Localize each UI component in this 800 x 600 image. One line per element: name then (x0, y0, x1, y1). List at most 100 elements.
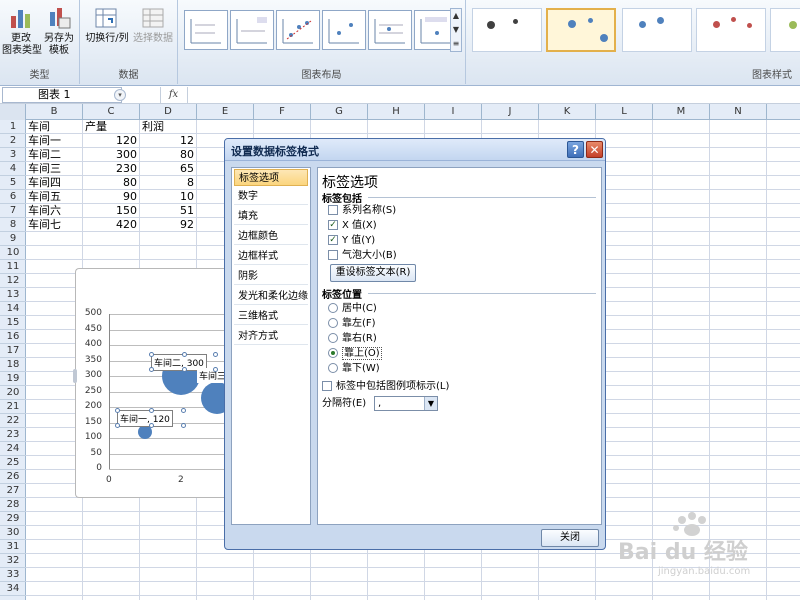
row-header[interactable]: 12 (0, 274, 26, 288)
nav-alignment[interactable]: 对齐方式 (234, 328, 308, 345)
radio-below[interactable]: 靠下(W) (328, 362, 380, 376)
table-cell[interactable]: 10 (140, 190, 194, 204)
row-header[interactable]: 20 (0, 386, 26, 400)
radio[interactable] (328, 363, 338, 373)
selection-handle[interactable] (182, 352, 187, 357)
table-cell[interactable]: 80 (140, 148, 194, 162)
table-cell[interactable]: 230 (83, 162, 137, 176)
reset-label-text-button[interactable]: 重设标签文本(R) (330, 264, 416, 282)
table-cell[interactable]: 车间六 (28, 204, 61, 218)
row-header[interactable]: 14 (0, 302, 26, 316)
checkbox[interactable] (328, 250, 338, 260)
checkbox[interactable] (322, 381, 332, 391)
row-header[interactable]: 9 (0, 232, 26, 246)
selection-handle[interactable] (213, 352, 218, 357)
selection-handle[interactable] (115, 422, 120, 428)
radio-left[interactable]: 靠左(F) (328, 317, 376, 331)
row-header[interactable]: 34 (0, 582, 26, 596)
column-header[interactable]: D (140, 104, 197, 120)
nav-shadow[interactable]: 阴影 (234, 268, 308, 285)
plot-area[interactable]: 500 450 400 350 300 250 200 150 100 50 0 0 2 车间一, 120… (76, 308, 233, 489)
row-header[interactable]: 5 (0, 176, 26, 190)
row-header[interactable]: 17 (0, 344, 26, 358)
radio[interactable] (328, 318, 338, 328)
column-header[interactable]: F (254, 104, 311, 120)
selection-handle[interactable] (181, 422, 186, 428)
column-header[interactable]: B (26, 104, 83, 120)
row-header[interactable]: 7 (0, 204, 26, 218)
column-header[interactable]: C (83, 104, 140, 120)
cell-header-workshop[interactable]: 车间 (28, 120, 50, 134)
row-header[interactable]: 3 (0, 148, 26, 162)
column-header[interactable]: J (482, 104, 539, 120)
row-header[interactable]: 22 (0, 414, 26, 428)
row-header[interactable]: 27 (0, 484, 26, 498)
layout-option-4[interactable] (322, 10, 366, 50)
row-header[interactable]: 8 (0, 218, 26, 232)
checkbox-checked[interactable]: ✓ (328, 220, 338, 230)
table-cell[interactable]: 150 (83, 204, 137, 218)
select-data-button[interactable]: 选择数据 (130, 2, 176, 45)
nav-number[interactable]: 数字 (234, 188, 308, 205)
save-as-template-button[interactable]: 另存为 模板 (40, 2, 78, 57)
cell-header-output[interactable]: 产量 (85, 120, 107, 134)
row-header[interactable]: 1 (0, 120, 26, 134)
layout-option-2[interactable] (230, 10, 274, 50)
row-header[interactable]: 30 (0, 526, 26, 540)
radio-above[interactable]: 靠上(O) (328, 347, 382, 361)
checkbox-x-value[interactable]: ✓ X 值(X) (328, 219, 377, 233)
checkbox-y-value[interactable]: ✓ Y 值(Y) (328, 234, 375, 248)
row-header[interactable]: 16 (0, 330, 26, 344)
row-header[interactable]: 18 (0, 358, 26, 372)
chart-style-4[interactable] (696, 8, 766, 52)
change-chart-type-button[interactable]: 更改 图表类型 (2, 2, 42, 57)
row-header[interactable]: 10 (0, 246, 26, 260)
chevron-down-icon[interactable]: ▼ (424, 397, 437, 410)
chart-style-5[interactable] (770, 8, 800, 52)
table-cell[interactable]: 80 (83, 176, 137, 190)
selection-handle[interactable] (182, 367, 187, 372)
data-label[interactable]: 车间一, 120 (117, 409, 173, 427)
nav-border-style[interactable]: 边框样式 (234, 248, 308, 265)
layout-gallery-scroll[interactable]: ▲ ▼ ≡ (450, 8, 462, 52)
column-header[interactable]: E (197, 104, 254, 120)
row-header[interactable]: 13 (0, 288, 26, 302)
radio-right[interactable]: 靠右(R) (328, 332, 377, 346)
column-header[interactable]: N (710, 104, 767, 120)
row-header[interactable]: 24 (0, 442, 26, 456)
close-button[interactable]: 关闭 (541, 529, 599, 547)
checkbox[interactable] (328, 205, 338, 215)
row-header[interactable]: 2 (0, 134, 26, 148)
layout-option-5[interactable] (368, 10, 412, 50)
chart-style-2-selected[interactable] (546, 8, 616, 52)
checkbox-legend-key[interactable]: 标签中包括图例项标示(L) (322, 380, 449, 394)
close-icon[interactable]: ✕ (586, 141, 603, 158)
table-cell[interactable]: 车间七 (28, 218, 61, 232)
row-header[interactable]: 23 (0, 428, 26, 442)
row-header[interactable]: 6 (0, 190, 26, 204)
row-header[interactable]: 28 (0, 498, 26, 512)
separator-select[interactable]: , ▼ (374, 396, 438, 411)
table-cell[interactable]: 300 (83, 148, 137, 162)
row-header[interactable]: 15 (0, 316, 26, 330)
name-box-dropdown-icon[interactable]: ▾ (114, 89, 126, 101)
column-header[interactable]: I (425, 104, 482, 120)
select-all-corner[interactable] (0, 104, 26, 120)
bubble-chart[interactable]: 500 450 400 350 300 250 200 150 100 50 0 0 2 车间一, 120… (73, 268, 233, 498)
selection-handle[interactable] (115, 407, 120, 413)
chart-style-3[interactable] (622, 8, 692, 52)
checkbox-bubble-size[interactable]: 气泡大小(B) (328, 249, 397, 263)
column-header[interactable]: M (653, 104, 710, 120)
nav-fill[interactable]: 填充 (234, 208, 308, 225)
selection-handle[interactable] (149, 422, 154, 428)
table-cell[interactable]: 车间一 (28, 134, 61, 148)
nav-border-color[interactable]: 边框颜色 (234, 228, 308, 245)
switch-row-col-button[interactable]: 切换行/列 (84, 2, 130, 45)
radio[interactable] (328, 333, 338, 343)
table-cell[interactable]: 12 (140, 134, 194, 148)
row-header[interactable]: 11 (0, 260, 26, 274)
table-cell[interactable]: 8 (140, 176, 194, 190)
selection-handle[interactable] (149, 352, 154, 357)
row-header[interactable]: 25 (0, 456, 26, 470)
column-header[interactable]: L (596, 104, 653, 120)
